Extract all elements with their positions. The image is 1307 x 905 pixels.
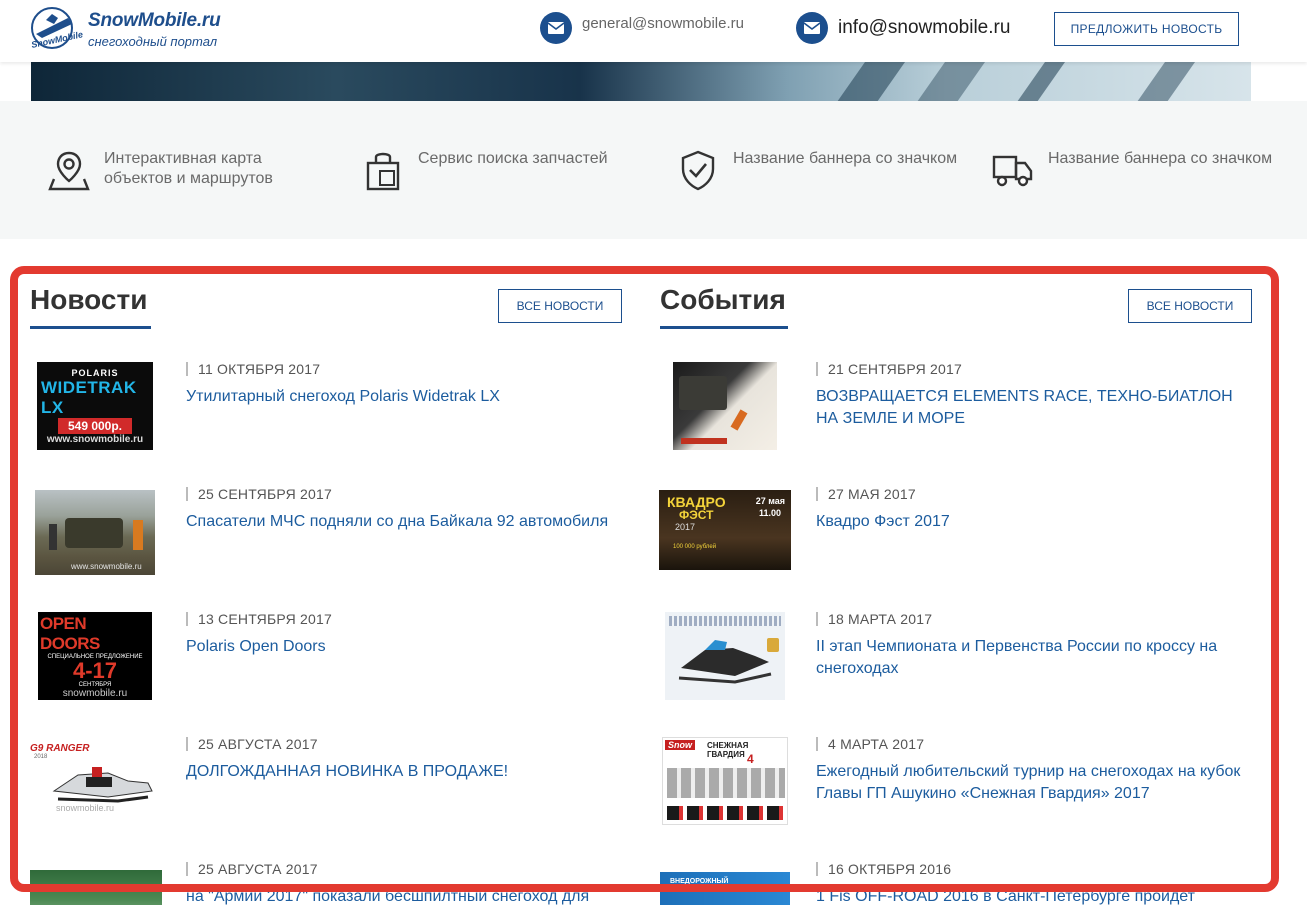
event-thumbnail[interactable] — [673, 362, 777, 450]
envelope-icon — [540, 12, 572, 44]
banner-text: Сервис поиска запчастей — [418, 150, 608, 167]
news-thumbnail[interactable] — [30, 870, 162, 905]
event-item: 18 МАРТА 2017 II этап Чемпионата и Перве… — [660, 610, 1260, 720]
events-section-title: События — [660, 284, 786, 315]
news-item: G9 RANGER 2018 snowmobile.ru 25 АВГУСТА … — [30, 735, 630, 845]
news-item: 25 АВГУСТА 2017 на "Армии 2017" показали… — [30, 860, 630, 905]
news-thumbnail[interactable]: POLARIS WIDETRAK LX 549 000р. www.snowmo… — [37, 362, 153, 450]
event-thumbnail[interactable]: КВАДРО ФЭСТ 2017 27 мая 11.00 100 000 ру… — [659, 490, 791, 570]
news-item: www.snowmobile.ru 25 СЕНТЯБРЯ 2017 Спаса… — [30, 485, 630, 595]
event-item: ВНЕДОРОЖНЫЙ 16 ОКТЯБРЯ 2016 1 Fis OFF-RO… — [660, 860, 1260, 905]
event-date: 21 СЕНТЯБРЯ 2017 — [816, 362, 962, 376]
hero-banner-image — [31, 62, 1251, 101]
feature-banners: Интерактивная карта объектов и маршрутов… — [0, 101, 1307, 239]
snowmobile-logo-icon: SnowMobile — [30, 7, 84, 50]
site-logo[interactable]: SnowMobile SnowMobile.ru снегоходный пор… — [28, 6, 228, 54]
event-item: КВАДРО ФЭСТ 2017 27 мая 11.00 100 000 ру… — [659, 485, 1260, 595]
all-news-button[interactable]: ВСЕ НОВОСТИ — [498, 289, 622, 323]
contact-email-secondary[interactable]: general@snowmobile.ru — [540, 12, 744, 44]
event-title-link[interactable]: Квадро Фэст 2017 — [816, 511, 1256, 533]
event-title-link[interactable]: ВОЗВРАЩАЕТСЯ ELEMENTS RACE, ТЕХНО-БИАТЛО… — [816, 386, 1256, 430]
event-thumbnail[interactable]: ВНЕДОРОЖНЫЙ — [660, 872, 790, 905]
news-date: 25 АВГУСТА 2017 — [186, 862, 318, 876]
event-title-link[interactable]: Ежегодный любительский турнир на снегохо… — [816, 761, 1256, 805]
banner-text: Интерактивная карта объектов и маршрутов — [104, 150, 273, 187]
event-title-link[interactable]: II этап Чемпионата и Первенства России п… — [816, 636, 1256, 680]
event-date: 18 МАРТА 2017 — [816, 612, 932, 626]
news-title-link[interactable]: ДОЛГОЖДАННАЯ НОВИНКА В ПРОДАЖЕ! — [186, 761, 626, 783]
news-title-link[interactable]: Утилитарный снегоход Polaris Widetrak LX — [186, 386, 626, 408]
news-title-link[interactable]: Спасатели МЧС подняли со дна Байкала 92 … — [186, 511, 646, 533]
map-pin-icon — [48, 151, 90, 191]
event-thumbnail[interactable] — [665, 612, 785, 700]
all-events-button[interactable]: ВСЕ НОВОСТИ — [1128, 289, 1252, 323]
news-thumbnail[interactable]: www.snowmobile.ru — [35, 490, 155, 575]
shopping-bag-icon — [366, 152, 400, 191]
news-item: POLARIS WIDETRAK LX 549 000р. www.snowmo… — [30, 360, 630, 470]
suggest-news-button[interactable]: ПРЕДЛОЖИТЬ НОВОСТЬ — [1054, 12, 1239, 46]
banner-parts-search[interactable]: Сервис поиска запчастей — [362, 149, 648, 191]
banner-placeholder-2[interactable]: Название баннера со значком — [992, 149, 1278, 191]
event-thumbnail[interactable]: Snow СНЕЖНАЯ ГВАРДИЯ 4 — [662, 737, 788, 825]
events-title-underline — [660, 326, 788, 329]
event-title-link[interactable]: 1 Fis OFF-ROAD 2016 в Санкт-Петербурге п… — [816, 886, 1256, 905]
banner-placeholder-1[interactable]: Название баннера со значком — [677, 149, 963, 191]
logo-title: SnowMobile.ru — [88, 10, 221, 31]
news-date: 25 АВГУСТА 2017 — [186, 737, 318, 751]
event-item: Snow СНЕЖНАЯ ГВАРДИЯ 4 4 МАРТА 2017 Ежег… — [660, 735, 1260, 845]
news-date: 11 ОКТЯБРЯ 2017 — [186, 362, 320, 376]
envelope-icon — [796, 12, 828, 44]
truck-icon — [992, 155, 1033, 187]
news-date: 25 СЕНТЯБРЯ 2017 — [186, 487, 332, 501]
news-date: 13 СЕНТЯБРЯ 2017 — [186, 612, 332, 626]
news-title-underline — [30, 326, 151, 329]
news-item: OPEN DOORS СПЕЦИАЛЬНОЕ ПРЕДЛОЖЕНИЕ 4-17 … — [30, 610, 630, 720]
banner-interactive-map[interactable]: Интерактивная карта объектов и маршрутов — [48, 149, 334, 191]
banner-text: Название баннера со значком — [733, 150, 958, 167]
news-thumbnail[interactable]: OPEN DOORS СПЕЦИАЛЬНОЕ ПРЕДЛОЖЕНИЕ 4-17 … — [38, 612, 152, 700]
news-thumbnail[interactable]: G9 RANGER 2018 snowmobile.ru — [30, 739, 162, 819]
news-title-link[interactable]: Polaris Open Doors — [186, 636, 626, 658]
event-date: 27 МАЯ 2017 — [816, 487, 916, 501]
banner-text: Название баннера со значком — [1048, 150, 1273, 167]
event-item: 21 СЕНТЯБРЯ 2017 ВОЗВРАЩАЕТСЯ ELEMENTS R… — [660, 360, 1260, 470]
site-header: SnowMobile SnowMobile.ru снегоходный пор… — [0, 0, 1307, 62]
news-section-title: Новости — [30, 284, 148, 315]
email-secondary-text: general@snowmobile.ru — [582, 14, 744, 32]
logo-subtitle: снегоходный портал — [88, 34, 218, 49]
event-date: 16 ОКТЯБРЯ 2016 — [816, 862, 951, 876]
shield-check-icon — [681, 150, 715, 191]
contact-email-primary[interactable]: info@snowmobile.ru — [796, 12, 1010, 44]
email-primary-text: info@snowmobile.ru — [838, 17, 1011, 38]
event-date: 4 МАРТА 2017 — [816, 737, 924, 751]
news-title-link[interactable]: на "Армии 2017" показали бесшпилтный сне… — [186, 886, 630, 905]
